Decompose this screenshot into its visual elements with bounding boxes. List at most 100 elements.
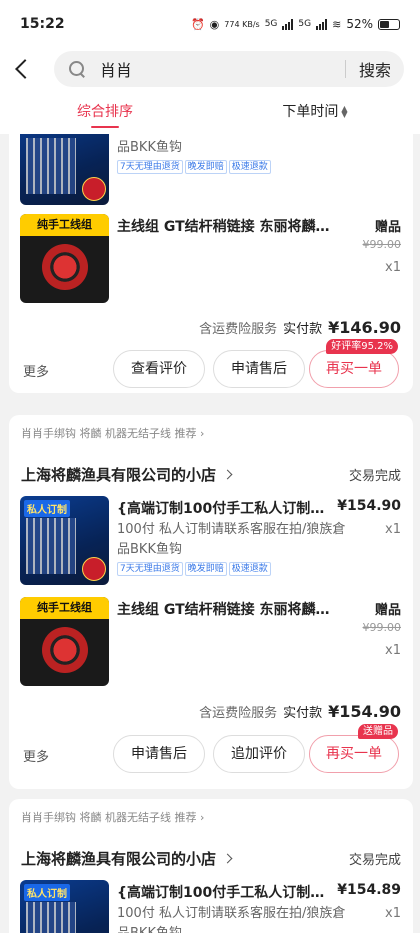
product-price: ¥154.89 bbox=[337, 882, 401, 898]
shop-name: 上海将麟渔具有限公司的小店 bbox=[21, 849, 217, 868]
tab-order-time-label: 下单时间 bbox=[282, 104, 339, 120]
buy-again-label: 再买一单 bbox=[326, 746, 382, 762]
order-card: 100付 私人订制请联系客服在拍/狼族倉品BKK鱼钩 7天无理由退货 晚发即赔 … bbox=[9, 134, 413, 393]
product-tags: 7天无理由退货 晚发即赔 极速退款 bbox=[117, 160, 271, 174]
order-card: 肖肖手绑钩 将麟 机器无结子线 推荐 › 上海将麟渔具有限公司的小店 交易完成 … bbox=[9, 799, 413, 933]
back-button[interactable] bbox=[0, 48, 44, 90]
tab-comprehensive-sort[interactable]: 综合排序 bbox=[0, 90, 210, 134]
product-price: ¥154.90 bbox=[337, 498, 401, 514]
signal-5g-label: 5G bbox=[264, 19, 278, 29]
buy-again-button[interactable]: 再买一单 好评率95.2% bbox=[309, 339, 399, 388]
product-qty: x1 bbox=[385, 522, 401, 537]
search-header: 肖肖 搜索 bbox=[0, 48, 420, 90]
product-thumbnail: 私人订制 bbox=[20, 496, 109, 585]
view-review-button[interactable]: 查看评价 bbox=[113, 350, 205, 388]
shop-tags[interactable]: 肖肖手绑钩 将麟 机器无结子线 推荐 › bbox=[21, 425, 204, 441]
payment-row: 含运费险服务 实付款 ¥154.90 bbox=[199, 700, 401, 722]
product-spec: 100付 私人订制请联系客服在拍/狼族倉品BKK鱼钩 bbox=[117, 522, 346, 557]
search-button[interactable]: 搜索 bbox=[346, 57, 404, 81]
buy-again-label: 再买一单 bbox=[326, 361, 382, 377]
tab-order-time[interactable]: 下单时间 ▲ ▼ bbox=[210, 90, 420, 134]
status-time: 15:22 bbox=[20, 16, 65, 32]
sort-arrows-icon: ▲ ▼ bbox=[341, 104, 348, 119]
product-tags: 7天无理由退货 晚发即赔 极速退款 bbox=[117, 562, 271, 576]
product-qty: x1 bbox=[385, 906, 401, 921]
location-icon: ◉ bbox=[209, 17, 220, 31]
thumb-label: 私人订制 bbox=[24, 500, 70, 517]
product-title: 主线组 GT结杆稍链接 东丽将麟二代AT5C GT结无结连接 bbox=[117, 602, 337, 618]
tag-return: 7天无理由退货 bbox=[117, 562, 183, 576]
product-title: {高端订制100付手工私人订制品质款} bbox=[117, 885, 337, 901]
shop-row[interactable]: 上海将麟渔具有限公司的小店 交易完成 bbox=[21, 847, 401, 869]
seal-graphic bbox=[82, 557, 106, 581]
product-qty: x1 bbox=[385, 260, 401, 275]
sort-bar: 综合排序 下单时间 ▲ ▼ bbox=[0, 90, 420, 134]
search-input[interactable]: 肖肖 搜索 bbox=[54, 51, 404, 87]
original-price: ¥99.00 bbox=[362, 621, 402, 634]
reel-graphic bbox=[42, 244, 88, 290]
product-spec: 100付 私人订制请联系客服在拍/狼族倉品BKK鱼钩 bbox=[117, 906, 346, 933]
more-button[interactable]: 更多 bbox=[23, 361, 49, 380]
chevron-right-icon bbox=[222, 853, 233, 863]
product-item[interactable]: 纯手工线组 主线组 GT结杆稍链接 东丽将麟二代AT5C GT结无结连接 赠品 … bbox=[20, 214, 401, 306]
original-price: ¥99.00 bbox=[362, 238, 402, 251]
insurance-label: 含运费险服务 bbox=[199, 705, 278, 721]
product-thumbnail: 私人订制 bbox=[20, 880, 109, 933]
alarm-icon: ⏰ bbox=[190, 17, 205, 31]
product-item[interactable]: 100付 私人订制请联系客服在拍/狼族倉品BKK鱼钩 7天无理由退货 晚发即赔 … bbox=[20, 134, 401, 208]
battery-percent: 52% bbox=[346, 17, 373, 31]
after-sales-button[interactable]: 申请售后 bbox=[113, 735, 205, 773]
order-status: 交易完成 bbox=[348, 468, 401, 484]
order-list[interactable]: 100付 私人订制请联系客服在拍/狼族倉品BKK鱼钩 7天无理由退货 晚发即赔 … bbox=[0, 134, 420, 933]
buy-again-button[interactable]: 再买一单 送赠品 bbox=[309, 724, 399, 773]
product-qty: x1 bbox=[385, 134, 401, 137]
paid-label: 实付款 bbox=[283, 321, 323, 337]
add-review-button[interactable]: 追加评价 bbox=[213, 735, 305, 773]
status-icons: ⏰ ◉ 774 KB/s 5G 5G ≋ 52% bbox=[191, 17, 400, 31]
thumb-label: 私人订制 bbox=[24, 884, 70, 901]
product-thumbnail: 纯手工线组 bbox=[20, 214, 109, 303]
paid-amount: ¥154.90 bbox=[328, 701, 401, 721]
tag-fast-refund: 极速退款 bbox=[228, 160, 271, 174]
action-row: 更多 申请售后 追加评价 再买一单 送赠品 bbox=[9, 724, 413, 775]
status-bar: 15:22 ⏰ ◉ 774 KB/s 5G 5G ≋ 52% bbox=[0, 0, 420, 48]
more-button[interactable]: 更多 bbox=[23, 746, 49, 765]
gift-label: 赠品 bbox=[374, 603, 401, 618]
paid-amount: ¥146.90 bbox=[328, 317, 401, 337]
after-sales-button[interactable]: 申请售后 bbox=[213, 350, 305, 388]
chevron-right-icon: › bbox=[200, 427, 205, 440]
paid-label: 实付款 bbox=[283, 705, 323, 721]
product-item[interactable]: 私人订制 {高端订制100付手工私人订制品质款} ¥154.89 100付 私人… bbox=[20, 880, 401, 933]
product-title: 主线组 GT结杆稍链接 东丽将麟二代AT5C GT结无结连接 bbox=[117, 219, 337, 235]
tag-late-compensation: 晚发即赔 bbox=[184, 562, 227, 576]
product-title: {高端订制100付手工私人订制黑金款} bbox=[117, 501, 337, 517]
thumb-label: 纯手工线组 bbox=[20, 214, 109, 236]
search-query[interactable]: 肖肖 bbox=[100, 57, 345, 81]
rating-tip: 好评率95.2% bbox=[326, 339, 398, 354]
net-speed: 774 KB/s bbox=[224, 19, 260, 29]
shop-tags-text: 肖肖手绑钩 将麟 机器无结子线 推荐 bbox=[21, 811, 197, 824]
thumb-label: 纯手工线组 bbox=[20, 597, 109, 619]
gift-label: 赠品 bbox=[374, 220, 401, 235]
seal-graphic bbox=[82, 177, 106, 201]
rod-graphic bbox=[26, 518, 76, 574]
product-qty: x1 bbox=[385, 643, 401, 658]
battery-icon bbox=[378, 18, 400, 30]
tag-return: 7天无理由退货 bbox=[117, 160, 183, 174]
payment-row: 含运费险服务 实付款 ¥146.90 bbox=[199, 316, 401, 338]
tag-late-compensation: 晚发即赔 bbox=[184, 160, 227, 174]
product-spec: 100付 私人订制请联系客服在拍/狼族倉品BKK鱼钩 bbox=[117, 134, 345, 155]
shop-tags[interactable]: 肖肖手绑钩 将麟 机器无结子线 推荐 › bbox=[21, 809, 204, 825]
product-thumbnail bbox=[20, 134, 109, 205]
reel-graphic bbox=[42, 627, 88, 673]
signal-5g-label-2: 5G bbox=[298, 19, 312, 29]
signal-icon-2 bbox=[316, 18, 328, 30]
product-item[interactable]: 私人订制 {高端订制100付手工私人订制黑金款} ¥154.90 100付 私人… bbox=[20, 496, 401, 588]
product-item[interactable]: 纯手工线组 主线组 GT结杆稍链接 东丽将麟二代AT5C GT结无结连接 赠品 … bbox=[20, 597, 401, 689]
order-card: 肖肖手绑钩 将麟 机器无结子线 推荐 › 上海将麟渔具有限公司的小店 交易完成 … bbox=[9, 415, 413, 789]
chevron-right-icon bbox=[222, 469, 233, 479]
shop-row[interactable]: 上海将麟渔具有限公司的小店 交易完成 bbox=[21, 463, 401, 485]
rod-graphic bbox=[26, 138, 76, 194]
search-icon bbox=[68, 60, 86, 78]
tag-fast-refund: 极速退款 bbox=[228, 562, 271, 576]
